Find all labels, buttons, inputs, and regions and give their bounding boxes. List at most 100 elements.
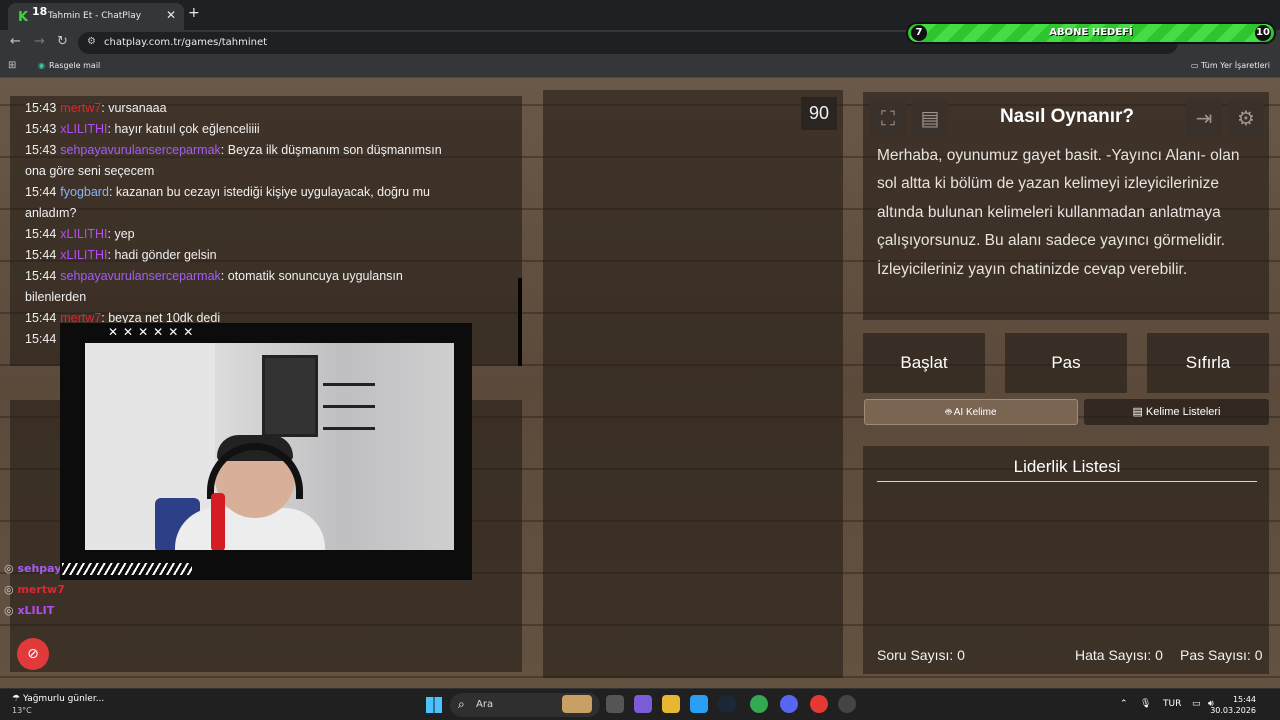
wall-painting [262, 355, 318, 437]
chat-scrollbar[interactable] [518, 278, 522, 366]
tab-ai-word[interactable]: 🤖︎ AI Kelime [864, 399, 1078, 425]
chat-time: 15:44 [25, 227, 57, 241]
bookmarks-bar: ⊞ ◉ Rasgele mail ▭ Tüm Yer İşaretleri [0, 56, 1280, 78]
chat-message: 15:44 xLILITHI: yep [25, 224, 135, 245]
task-view-icon[interactable] [606, 695, 624, 713]
chat-text: bilenlerden [25, 290, 87, 304]
record-icon[interactable]: ⊘ [17, 638, 49, 670]
chevron-up-icon[interactable]: ⌃ [1120, 699, 1128, 709]
shelf [323, 405, 375, 408]
error-count: Hata Sayısı: 0 [1075, 647, 1163, 663]
exit-icon[interactable]: ⇥ [1186, 100, 1222, 136]
reset-button[interactable]: Sıfırla [1147, 333, 1269, 393]
badge-icon: ◎ [4, 583, 18, 596]
chat-username[interactable]: xLILITHI [60, 227, 107, 241]
chat-message: 15:44 fyogbard: kazanan bu cezayı istediğ… [25, 182, 430, 203]
timer: 90 [801, 97, 837, 130]
chat-time: 15:44 [25, 269, 57, 283]
back-icon[interactable]: ← [10, 34, 21, 49]
browser-tab[interactable]: K 18 Tahmin Et - ChatPlay ✕ [8, 3, 184, 30]
microphone-icon[interactable]: 🎙︎ [1140, 699, 1151, 709]
chat-time: 15:43 [25, 101, 57, 115]
chat-username[interactable]: fyogbard [60, 185, 109, 199]
tab-badge: 18 [32, 5, 48, 18]
badge-icon: ◎ [4, 604, 18, 617]
bookmark-item[interactable]: ◉ Rasgele mail [38, 61, 100, 70]
language-indicator[interactable]: TUR [1163, 699, 1181, 709]
cam-decoration: ✕✕✕✕✕✕ [108, 325, 199, 339]
music-app-icon[interactable] [810, 695, 828, 713]
side-chat-name: mertw7 [17, 583, 65, 596]
site-info-icon[interactable]: ⚙ [87, 36, 96, 47]
all-bookmarks[interactable]: ▭ Tüm Yer İşaretleri [1191, 61, 1270, 70]
chat-text: ona göre seni seçecem [25, 164, 155, 178]
windows-start-icon[interactable] [426, 697, 442, 713]
pass-count: Pas Sayısı: 0 [1180, 647, 1263, 663]
steam-icon[interactable] [718, 695, 736, 713]
chat-text: anladım? [25, 206, 77, 220]
chat-text: : Beyza ilk düşmanım son düşmanımsın [220, 143, 442, 157]
tab-word-lists-label: Kelime Listeleri [1145, 406, 1221, 418]
chat-username[interactable]: xLILITHI [60, 248, 107, 262]
goal-label: ABONE HEDEFİ [1049, 27, 1133, 38]
chat-text: : vursanaaa [101, 101, 167, 115]
rain-cloud-icon: ☂ [12, 694, 23, 704]
forward-icon[interactable]: → [34, 34, 45, 49]
discord-icon[interactable] [780, 695, 798, 713]
robot-icon: 🤖︎ [945, 407, 954, 418]
leaderboard-title: Liderlik Listesi [1013, 457, 1121, 476]
globe-icon: ◉ [38, 61, 45, 70]
store-icon[interactable] [690, 695, 708, 713]
cam-stripes [62, 563, 192, 575]
copilot-icon[interactable] [634, 695, 652, 713]
fullscreen-icon[interactable]: ⛶ [870, 100, 906, 136]
new-tab-icon[interactable]: + [188, 5, 200, 21]
chat-message: 15:44 xLILITHI: hadi gönder gelsin [25, 245, 217, 266]
tab-ai-word-label: AI Kelime [953, 407, 997, 418]
side-chat-user: ◎ xLILIT [4, 604, 54, 617]
goal-end-value: 10 [1255, 25, 1271, 41]
search-placeholder: Ara [476, 699, 494, 710]
chat-text: : hadi gönder gelsin [107, 248, 217, 262]
chat-time: 15:43 [25, 122, 57, 136]
chat-username[interactable]: sehpayavurulanserceparmak [60, 269, 221, 283]
microphone [211, 493, 225, 550]
chat-username[interactable]: xLILITHI [60, 122, 107, 136]
search-icon: ⌕ [458, 697, 465, 711]
chat-time: 15:44 [25, 248, 57, 262]
weather-widget[interactable]: ☂ Yağmurlu günler... 13°C [12, 694, 104, 715]
start-button[interactable]: Başlat [863, 333, 985, 393]
chrome-icon[interactable] [750, 695, 768, 713]
taskbar: ☂ Yağmurlu günler... 13°C ⌕ Ara ⌃ 🎙︎ TUR… [0, 688, 1280, 720]
tab-word-lists[interactable]: ▤ Kelime Listeleri [1084, 399, 1269, 425]
clock[interactable]: 15:44 30.03.2026 [1210, 694, 1256, 716]
webcam-video [85, 343, 454, 550]
how-to-title: Nasıl Oynanır? [999, 106, 1135, 127]
settings-gear-icon[interactable]: ⚙ [1228, 100, 1264, 136]
chat-text: : yep [107, 227, 135, 241]
bookmark-label: Rasgele mail [48, 61, 101, 70]
notes-icon[interactable]: ▤ [912, 100, 948, 136]
all-bookmarks-label: Tüm Yer İşaretleri [1200, 61, 1270, 70]
obs-icon[interactable] [838, 695, 856, 713]
subscriber-goal-bar: 7 ABONE HEDEFİ 10 [906, 22, 1276, 44]
side-chat-user: ◎ mertw7 [4, 583, 65, 596]
chat-message: anladım? [25, 203, 76, 224]
chat-text: : kazanan bu cezayı istediği kişiye uygu… [108, 185, 430, 199]
webcam-overlay: ✕✕✕✕✕✕ [60, 323, 472, 580]
sandwich-icon[interactable] [562, 695, 592, 713]
temperature: 13°C [12, 706, 32, 715]
badge-icon: ◎ [4, 562, 18, 575]
clock-date: 30.03.2026 [1210, 706, 1256, 715]
chat-username[interactable]: mertw7 [60, 101, 101, 115]
folder-icon: ▭ [1190, 61, 1201, 70]
reload-icon[interactable]: ↻ [57, 34, 68, 49]
network-icon[interactable]: ▭ [1192, 699, 1201, 709]
chat-time: 15:44 [25, 311, 57, 325]
file-explorer-icon[interactable] [662, 695, 680, 713]
close-icon[interactable]: ✕ [166, 8, 176, 22]
pass-button[interactable]: Pas [1005, 333, 1127, 393]
apps-grid-icon[interactable]: ⊞ [8, 60, 16, 71]
chat-username[interactable]: sehpayavurulanserceparmak [60, 143, 221, 157]
leaderboard-divider [877, 481, 1257, 482]
